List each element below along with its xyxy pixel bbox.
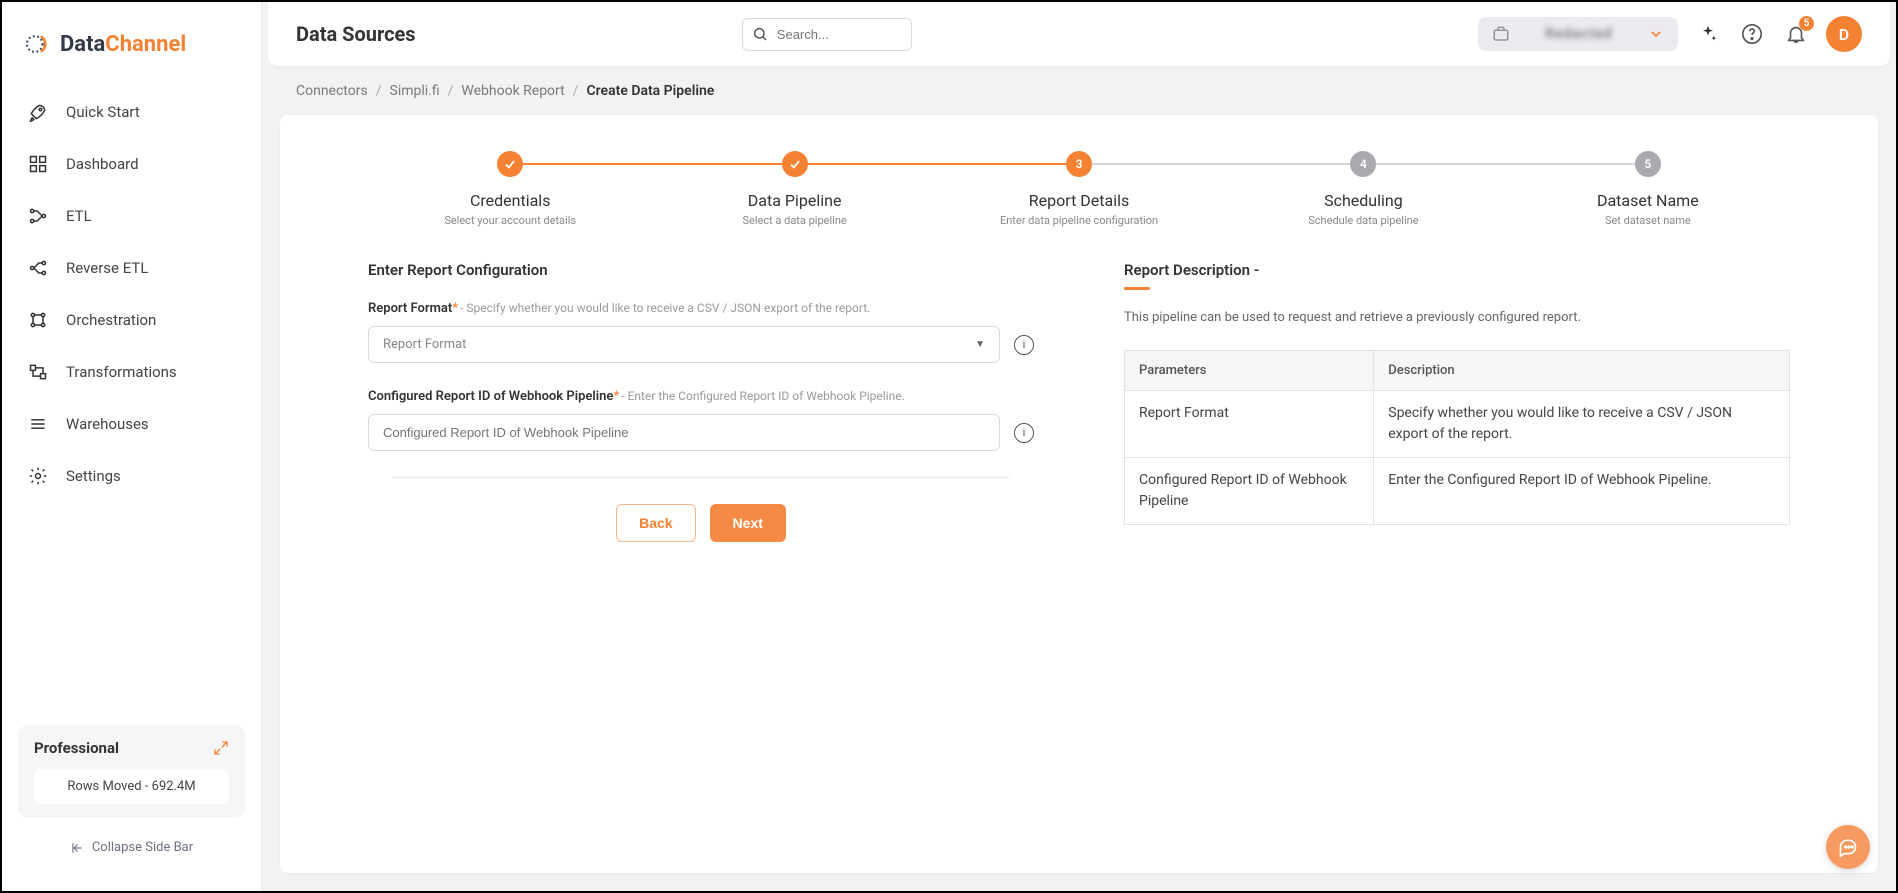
sidebar-item-label: Quick Start bbox=[66, 103, 140, 121]
crumb-create-pipeline: Create Data Pipeline bbox=[587, 83, 715, 99]
search-icon bbox=[752, 26, 768, 42]
th-parameters: Parameters bbox=[1125, 350, 1374, 390]
content-card: Credentials Select your account details … bbox=[280, 115, 1878, 873]
back-button[interactable]: Back bbox=[616, 504, 695, 542]
sidebar-item-settings[interactable]: Settings bbox=[14, 450, 249, 502]
logo-text: DataChannel bbox=[60, 32, 186, 57]
sidebar-item-orchestration[interactable]: Orchestration bbox=[14, 294, 249, 346]
check-icon bbox=[497, 151, 523, 177]
stepper: Credentials Select your account details … bbox=[368, 151, 1790, 227]
sidebar-item-quickstart[interactable]: Quick Start bbox=[14, 86, 249, 138]
report-format-select[interactable]: Report Format ▼ bbox=[368, 326, 1000, 363]
nav: Quick Start Dashboard ETL Reverse ETL Or… bbox=[2, 86, 261, 713]
warehouses-icon bbox=[28, 414, 48, 434]
step-number: 3 bbox=[1066, 151, 1092, 177]
form-left: Enter Report Configuration Report Format… bbox=[368, 261, 1034, 542]
plan-card: Professional Rows Moved - 692.4M bbox=[18, 725, 245, 818]
step-line bbox=[1363, 163, 1647, 165]
parameters-table: Parameters Description Report Format Spe… bbox=[1124, 350, 1790, 525]
description-title: Report Description - bbox=[1124, 261, 1790, 279]
notification-badge: 5 bbox=[1799, 16, 1814, 31]
sidebar-bottom: Professional Rows Moved - 692.4M Collaps… bbox=[2, 713, 261, 875]
transformations-icon bbox=[28, 362, 48, 382]
sidebar-item-label: Warehouses bbox=[66, 415, 149, 433]
rocket-icon bbox=[28, 102, 48, 122]
etl-icon bbox=[28, 206, 48, 226]
table-row: Configured Report ID of Webhook Pipeline… bbox=[1125, 457, 1790, 524]
collapse-label: Collapse Side Bar bbox=[92, 840, 193, 855]
chevron-down-icon bbox=[1648, 26, 1664, 42]
sidebar-item-dashboard[interactable]: Dashboard bbox=[14, 138, 249, 190]
app-root: DataChannel Quick Start Dashboard ETL Re… bbox=[0, 0, 1898, 893]
step-line bbox=[795, 163, 1079, 165]
reverse-etl-icon bbox=[28, 258, 48, 278]
title-underline bbox=[1124, 287, 1150, 290]
table-row: Report Format Specify whether you would … bbox=[1125, 390, 1790, 457]
notifications-button[interactable]: 5 bbox=[1782, 20, 1810, 48]
description-panel: Report Description - This pipeline can b… bbox=[1124, 261, 1790, 542]
logo-icon bbox=[26, 30, 54, 58]
avatar[interactable]: D bbox=[1826, 16, 1862, 52]
sidebar-item-label: Settings bbox=[66, 467, 121, 485]
description-text: This pipeline can be used to request and… bbox=[1124, 308, 1790, 328]
report-format-label: Report Format*- Specify whether you woul… bbox=[368, 301, 1034, 316]
page-title: Data Sources bbox=[296, 22, 416, 46]
breadcrumb: Connectors / Simpli.fi / Webhook Report … bbox=[262, 67, 1896, 109]
th-description: Description bbox=[1374, 350, 1790, 390]
select-placeholder: Report Format bbox=[383, 337, 466, 352]
rows-moved-chip: Rows Moved - 692.4M bbox=[34, 769, 229, 804]
plan-name: Professional bbox=[34, 739, 119, 757]
main: Data Sources Redacted 5 bbox=[262, 2, 1896, 891]
step-number: 5 bbox=[1635, 151, 1661, 177]
sidebar-item-reverse-etl[interactable]: Reverse ETL bbox=[14, 242, 249, 294]
sidebar-item-transformations[interactable]: Transformations bbox=[14, 346, 249, 398]
crumb-simplifi[interactable]: Simpli.fi bbox=[390, 83, 440, 99]
form-section-title: Enter Report Configuration bbox=[368, 261, 1034, 279]
help-button[interactable] bbox=[1738, 20, 1766, 48]
sidebar-item-label: ETL bbox=[66, 207, 92, 225]
collapse-sidebar-button[interactable]: Collapse Side Bar bbox=[18, 832, 245, 863]
info-icon[interactable]: i bbox=[1014, 423, 1034, 443]
org-name: Redacted bbox=[1545, 26, 1612, 42]
sidebar-item-label: Orchestration bbox=[66, 311, 156, 329]
topbar: Data Sources Redacted 5 bbox=[268, 2, 1890, 67]
sidebar-item-label: Reverse ETL bbox=[66, 259, 148, 277]
topbar-right: Redacted 5 D bbox=[1478, 16, 1862, 52]
step-number: 4 bbox=[1350, 151, 1376, 177]
sidebar: DataChannel Quick Start Dashboard ETL Re… bbox=[2, 2, 262, 891]
search-wrap bbox=[742, 18, 912, 51]
sidebar-item-warehouses[interactable]: Warehouses bbox=[14, 398, 249, 450]
sidebar-item-label: Dashboard bbox=[66, 155, 139, 173]
chat-fab[interactable] bbox=[1826, 825, 1870, 869]
gear-icon bbox=[28, 466, 48, 486]
expand-icon[interactable] bbox=[213, 740, 229, 756]
check-icon bbox=[782, 151, 808, 177]
divider bbox=[392, 477, 1010, 478]
info-icon[interactable]: i bbox=[1014, 335, 1034, 355]
collapse-icon bbox=[70, 841, 84, 855]
next-button[interactable]: Next bbox=[710, 504, 786, 542]
step-line bbox=[1079, 163, 1363, 165]
sidebar-item-etl[interactable]: ETL bbox=[14, 190, 249, 242]
crumb-webhook-report[interactable]: Webhook Report bbox=[461, 83, 564, 99]
form-grid: Enter Report Configuration Report Format… bbox=[328, 261, 1830, 542]
dashboard-icon bbox=[28, 154, 48, 174]
step-line bbox=[510, 163, 794, 165]
configured-id-input[interactable] bbox=[368, 414, 1000, 451]
org-selector[interactable]: Redacted bbox=[1478, 17, 1678, 51]
configured-id-label: Configured Report ID of Webhook Pipeline… bbox=[368, 389, 1034, 404]
caret-down-icon: ▼ bbox=[975, 339, 985, 350]
briefcase-icon bbox=[1492, 25, 1510, 43]
button-row: Back Next bbox=[368, 504, 1034, 542]
logo[interactable]: DataChannel bbox=[2, 18, 261, 86]
crumb-connectors[interactable]: Connectors bbox=[296, 83, 368, 99]
sparkle-button[interactable] bbox=[1694, 20, 1722, 48]
sidebar-item-label: Transformations bbox=[66, 363, 177, 381]
orchestration-icon bbox=[28, 310, 48, 330]
